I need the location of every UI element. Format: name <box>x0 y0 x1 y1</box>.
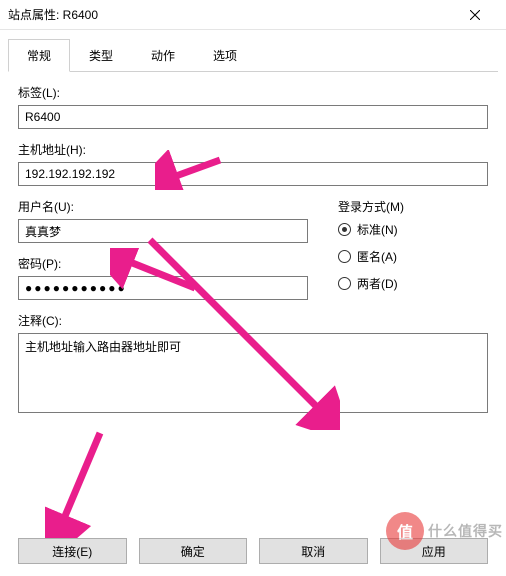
radio-standard-label: 标准(N) <box>357 221 398 238</box>
titlebar: 站点属性: R6400 <box>0 0 506 30</box>
host-input[interactable] <box>18 162 488 186</box>
close-button[interactable] <box>452 0 498 30</box>
host-caption: 主机地址(H): <box>18 141 488 158</box>
label-caption: 标签(L): <box>18 84 488 101</box>
comment-caption: 注释(C): <box>18 312 488 329</box>
radio-standard[interactable]: 标准(N) <box>338 221 488 238</box>
label-input[interactable] <box>18 105 488 129</box>
tab-bar: 常规 类型 动作 选项 <box>8 38 498 72</box>
ok-button[interactable]: 确定 <box>139 538 248 564</box>
password-input[interactable] <box>18 276 308 300</box>
cancel-button[interactable]: 取消 <box>259 538 368 564</box>
watermark-icon: 值 <box>386 512 424 550</box>
content-panel: 标签(L): 主机地址(H): 用户名(U): 密码(P): 登录方式(M) 标… <box>0 72 506 440</box>
radio-icon <box>338 277 351 290</box>
tab-action[interactable]: 动作 <box>132 39 194 72</box>
watermark-text: 什么值得买 <box>428 521 503 541</box>
comment-textarea[interactable] <box>18 333 488 413</box>
tab-general[interactable]: 常规 <box>8 39 70 72</box>
radio-anonymous-label: 匿名(A) <box>357 248 397 265</box>
connect-button[interactable]: 连接(E) <box>18 538 127 564</box>
radio-both[interactable]: 两者(D) <box>338 275 488 292</box>
watermark: 值 什么值得买 <box>386 506 506 556</box>
password-caption: 密码(P): <box>18 255 308 272</box>
close-icon <box>470 10 480 20</box>
radio-icon <box>338 223 351 236</box>
username-input[interactable] <box>18 219 308 243</box>
login-method-caption: 登录方式(M) <box>338 198 488 215</box>
tab-type[interactable]: 类型 <box>70 39 132 72</box>
tab-options[interactable]: 选项 <box>194 39 256 72</box>
username-caption: 用户名(U): <box>18 198 308 215</box>
radio-icon <box>338 250 351 263</box>
radio-anonymous[interactable]: 匿名(A) <box>338 248 488 265</box>
window-title: 站点属性: R6400 <box>8 6 452 23</box>
radio-both-label: 两者(D) <box>357 275 398 292</box>
arrow-annotation-connect <box>45 428 115 538</box>
